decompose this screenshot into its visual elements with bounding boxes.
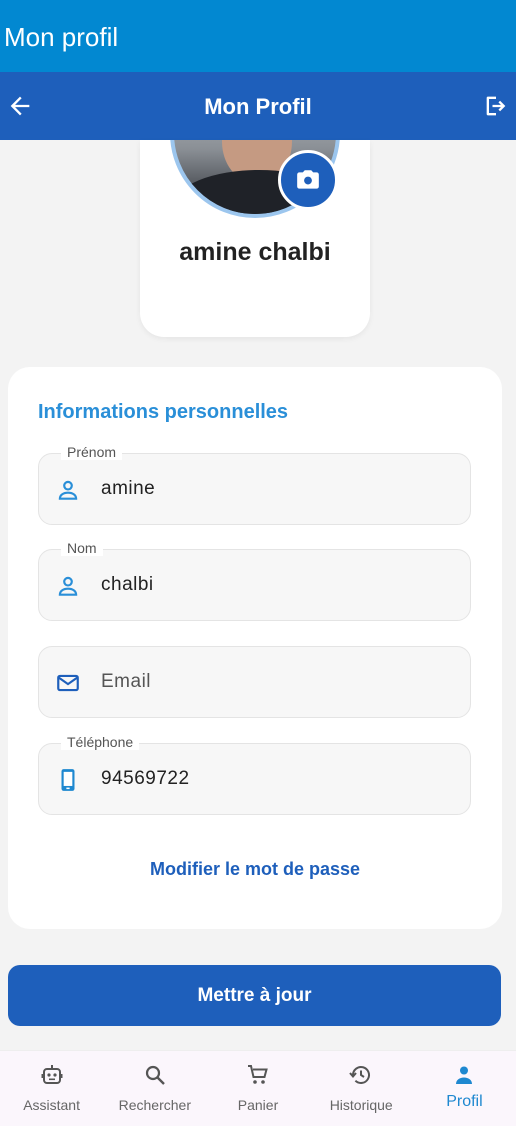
person-icon (58, 576, 78, 596)
nav-label-history: Historique (329, 1097, 393, 1113)
nav-item-assistant[interactable]: Assistant (0, 1051, 103, 1126)
first-name-field[interactable]: Prénom amine (38, 444, 471, 525)
mail-icon (57, 674, 79, 692)
nav-item-cart[interactable]: Panier (206, 1051, 309, 1126)
email-field[interactable]: Email (38, 646, 471, 718)
camera-icon (297, 170, 319, 189)
phone-field[interactable]: Téléphone 94569722 (38, 734, 471, 815)
last-name-value: chalbi (101, 574, 154, 595)
phone-label: Téléphone (61, 734, 140, 750)
avatar-container (0, 140, 516, 220)
status-bar: Mon profil (0, 0, 516, 72)
nav-label-profile: Profil (446, 1093, 483, 1110)
last-name-field[interactable]: Nom chalbi (38, 540, 471, 621)
phone-value: 94569722 (101, 768, 190, 789)
person-icon (456, 1066, 473, 1084)
cart-icon (248, 1065, 268, 1084)
bottom-nav: Assistant Rechercher Panier Historique P… (0, 1050, 516, 1126)
history-icon (349, 1066, 371, 1084)
robot-icon (41, 1065, 63, 1084)
window-title: Mon profil (4, 22, 119, 52)
nav-item-history[interactable]: Historique (310, 1051, 413, 1126)
change-photo-button[interactable] (278, 150, 338, 210)
user-name: amine chalbi (179, 238, 331, 266)
first-name-value: amine (101, 478, 156, 499)
nav-label-cart: Panier (237, 1097, 279, 1113)
nav-label-assistant: Assistant (23, 1097, 80, 1113)
personal-info-card: Informations personnelles Prénom amine N… (8, 367, 502, 929)
phone-icon (61, 769, 75, 791)
page-title: Mon Profil (204, 94, 312, 119)
nav-label-search: Rechercher (118, 1097, 191, 1113)
nav-item-profile[interactable]: Profil (413, 1051, 516, 1126)
update-button[interactable]: Mettre à jour (8, 965, 501, 1026)
section-title: Informations personnelles (38, 401, 289, 423)
nav-item-search[interactable]: Rechercher (103, 1051, 206, 1126)
email-placeholder: Email (101, 671, 152, 692)
person-icon (58, 480, 78, 500)
search-icon (145, 1065, 165, 1085)
last-name-label: Nom (61, 540, 103, 556)
first-name-label: Prénom (61, 444, 123, 460)
change-password-link[interactable]: Modifier le mot de passe (8, 859, 502, 880)
app-bar: Mon Profil (0, 72, 516, 140)
logout-icon[interactable] (482, 92, 510, 120)
